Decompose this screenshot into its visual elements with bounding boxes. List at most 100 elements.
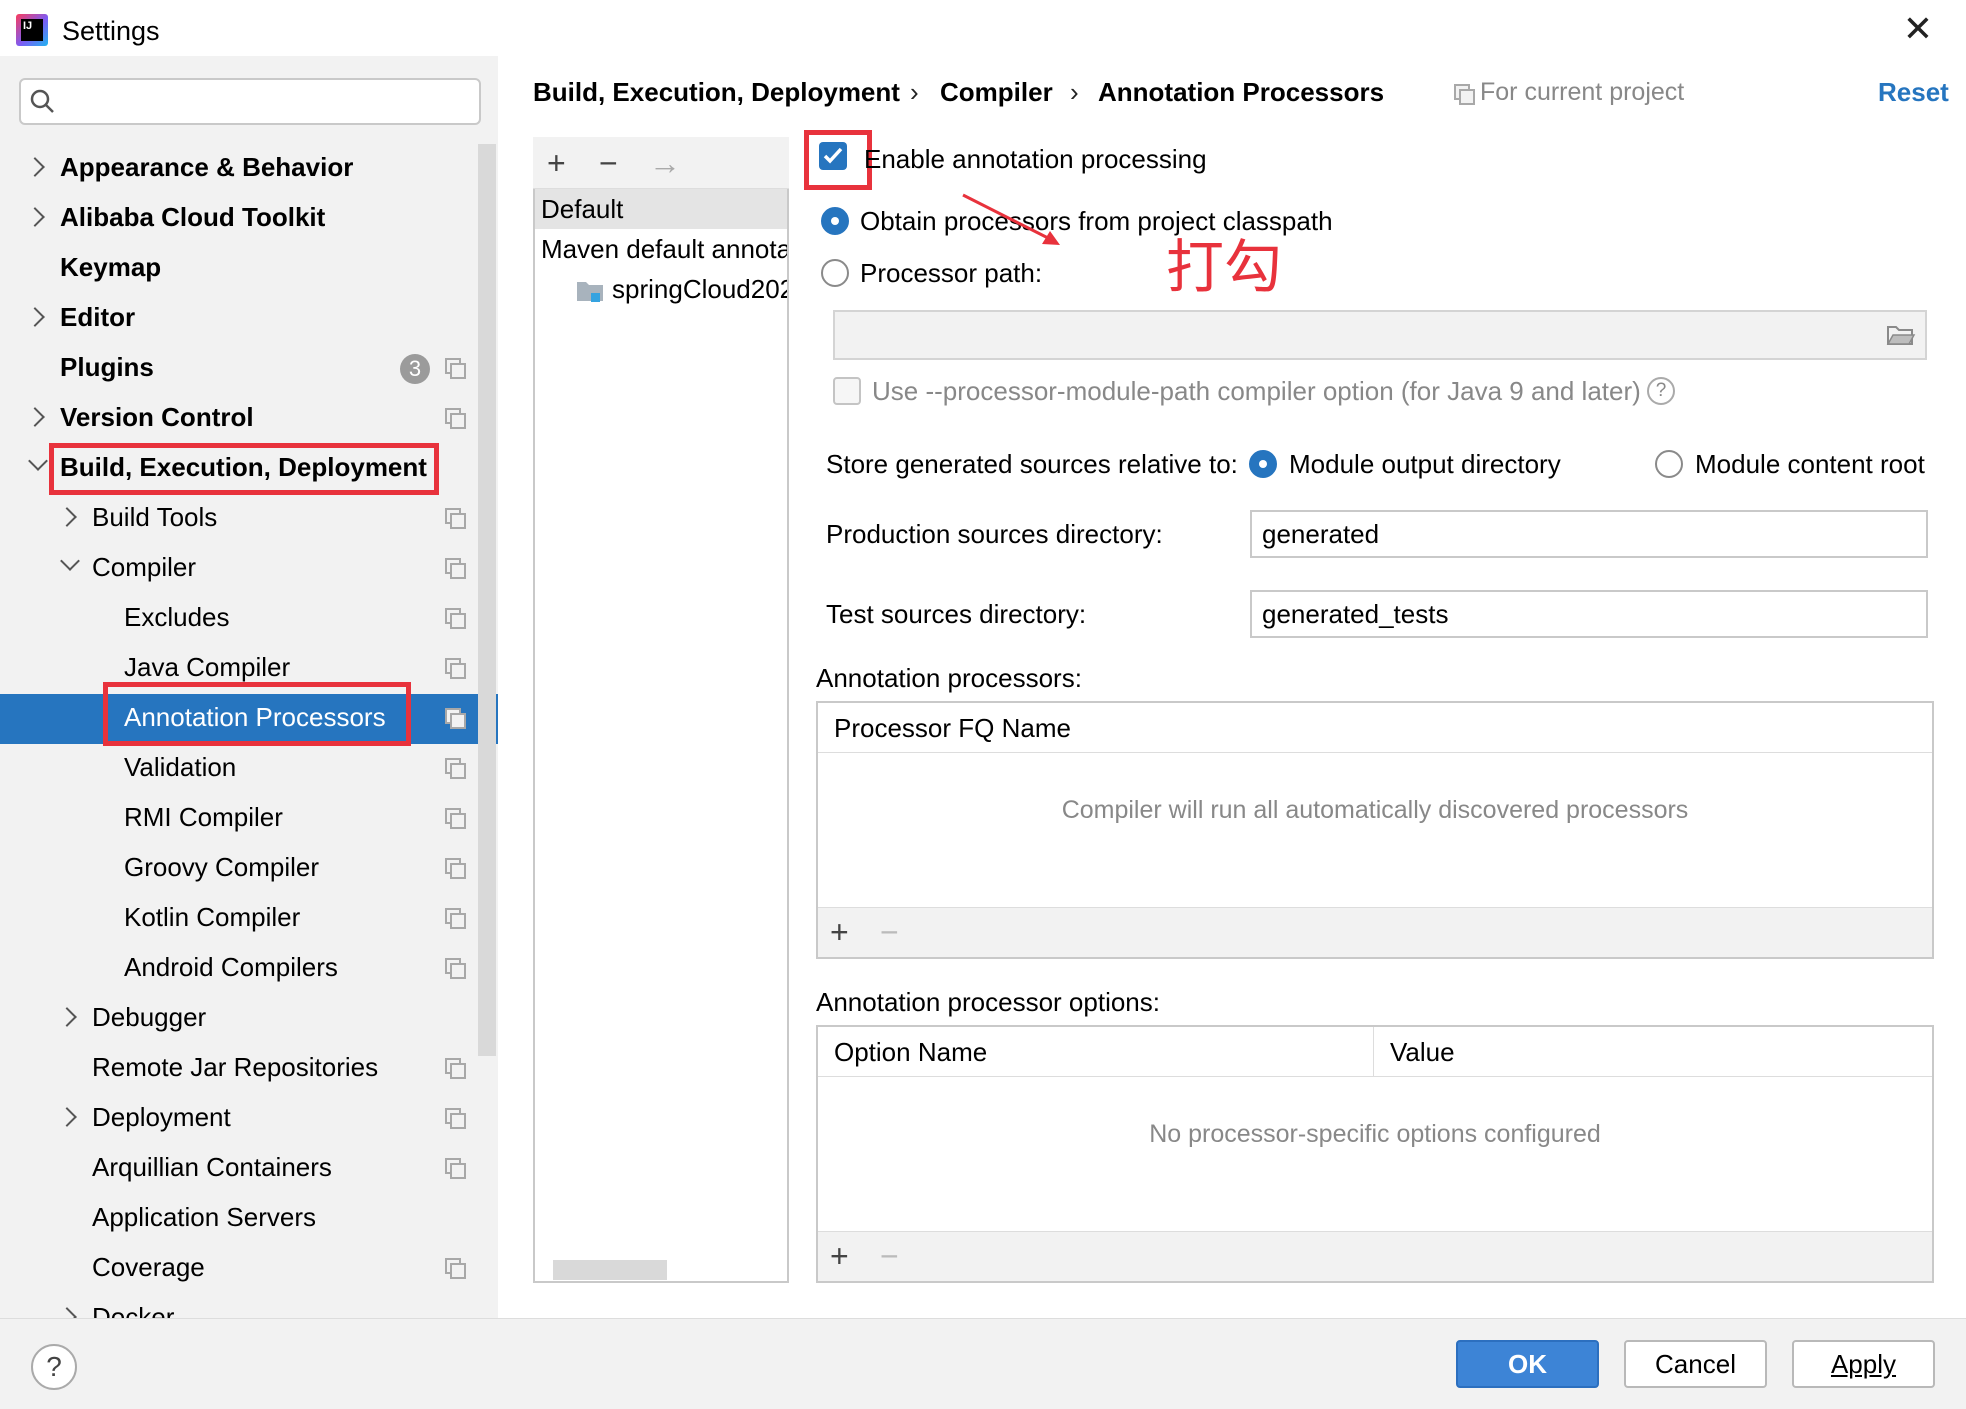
project-scope-icon — [1454, 84, 1475, 105]
sidebar-scrollbar[interactable] — [478, 144, 496, 1056]
processor-module-path-label: Use --processor-module-path compiler opt… — [872, 376, 1641, 406]
profile-default[interactable]: Default — [535, 189, 787, 229]
sidebar-item-kotlin-compiler[interactable]: Kotlin Compiler — [124, 892, 300, 942]
help-button[interactable]: ? — [31, 1344, 77, 1390]
breadcrumb-separator: › — [1070, 77, 1079, 107]
sidebar-item-build-tools[interactable]: Build Tools — [92, 492, 217, 542]
breadcrumb-compiler[interactable]: Compiler — [940, 74, 1053, 110]
sidebar-item-rmi-compiler[interactable]: RMI Compiler — [124, 792, 283, 842]
project-scope-icon — [445, 658, 466, 679]
processor-path-radio[interactable] — [821, 259, 849, 287]
close-icon[interactable]: ✕ — [1900, 11, 1936, 48]
search-icon — [30, 89, 54, 113]
sidebar-item-version-control[interactable]: Version Control — [60, 392, 254, 442]
profiles-toolbar: + − → — [533, 137, 789, 189]
project-scope-icon — [445, 758, 466, 779]
page-title: Annotation Processors — [1098, 77, 1385, 107]
obtain-from-classpath-radio[interactable] — [821, 207, 849, 235]
options-empty-text: No processor-specific options configured — [1149, 1120, 1601, 1148]
sidebar-item-remote-jar-repositories[interactable]: Remote Jar Repositories — [92, 1042, 378, 1092]
project-scope-icon — [445, 858, 466, 879]
production-sources-label: Production sources directory: — [826, 519, 1163, 549]
sidebar-item-validation[interactable]: Validation — [124, 742, 236, 792]
breadcrumb-build[interactable]: Build, Execution, Deployment — [533, 74, 900, 110]
options-toolbar: + − — [818, 1231, 1932, 1281]
add-option-button[interactable]: + — [830, 1232, 849, 1280]
processor-path-field[interactable] — [833, 310, 1927, 360]
project-scope-icon — [445, 1058, 466, 1079]
intellij-app-icon: IJ — [16, 14, 48, 46]
sidebar-item-docker[interactable]: Docker — [92, 1292, 174, 1318]
annotation-text: 打勾 — [1166, 233, 1283, 301]
remove-profile-button[interactable]: − — [599, 137, 618, 189]
project-scope-icon — [445, 1158, 466, 1179]
profiles-scrollbar[interactable] — [553, 1260, 667, 1280]
sidebar-item-arquillian-containers[interactable]: Arquillian Containers — [92, 1142, 332, 1192]
value-header[interactable]: Value — [1374, 1027, 1932, 1077]
module-content-root-label: Module content root — [1695, 449, 1925, 479]
test-sources-label: Test sources directory: — [826, 599, 1087, 629]
sidebar-item-deployment[interactable]: Deployment — [92, 1092, 231, 1142]
sidebar-item-keymap[interactable]: Keymap — [60, 242, 161, 292]
breadcrumb-separator: › — [910, 77, 919, 107]
settings-dialog: { "window": {"title": "Settings", "icon_… — [0, 0, 1966, 1409]
processor-options-title: Annotation processor options: — [816, 987, 1160, 1017]
project-scope-icon — [445, 908, 466, 929]
profile-module[interactable]: springCloud202 — [612, 269, 787, 309]
sidebar-item-coverage[interactable]: Coverage — [92, 1242, 205, 1292]
project-scope-icon — [445, 408, 466, 429]
ok-button[interactable]: OK — [1456, 1340, 1599, 1388]
project-scope-icon — [445, 608, 466, 629]
test-sources-field[interactable]: generated_tests — [1250, 590, 1928, 638]
sidebar-item-compiler[interactable]: Compiler — [92, 542, 196, 592]
production-sources-field[interactable]: generated — [1250, 510, 1928, 558]
project-scope-icon — [445, 808, 466, 829]
scope-label: For current project — [1480, 78, 1685, 106]
project-scope-icon — [445, 958, 466, 979]
plugins-update-badge: 3 — [400, 354, 430, 384]
remove-option-button[interactable]: − — [880, 1232, 899, 1280]
remove-processor-button[interactable]: − — [880, 908, 899, 956]
highlight-box-checkbox — [804, 130, 872, 190]
highlight-box-build — [49, 443, 439, 495]
processor-fq-name-header[interactable]: Processor FQ Name — [818, 703, 1932, 753]
project-scope-icon — [445, 558, 466, 579]
sidebar-item-editor[interactable]: Editor — [60, 292, 135, 342]
module-content-root-radio[interactable] — [1655, 450, 1683, 478]
help-icon[interactable]: ? — [1647, 377, 1675, 405]
sidebar-item-appearance[interactable]: Appearance & Behavior — [60, 142, 353, 192]
module-folder-icon — [577, 282, 603, 302]
highlight-box-annotation-processors — [103, 682, 411, 746]
sidebar-item-android-compilers[interactable]: Android Compilers — [124, 942, 338, 992]
module-output-directory-label: Module output directory — [1289, 449, 1561, 479]
folder-browse-icon[interactable] — [1886, 323, 1916, 347]
processors-empty-text: Compiler will run all automatically disc… — [1061, 796, 1689, 824]
processor-path-label: Processor path: — [860, 258, 1043, 288]
sidebar-item-alibaba[interactable]: Alibaba Cloud Toolkit — [60, 192, 325, 242]
search-input[interactable] — [19, 78, 481, 125]
processor-module-path-checkbox[interactable] — [833, 377, 861, 405]
add-profile-button[interactable]: + — [547, 137, 566, 189]
chevron-right-icon[interactable] — [57, 1307, 77, 1318]
cancel-button[interactable]: Cancel — [1624, 1340, 1767, 1388]
sidebar-item-debugger[interactable]: Debugger — [92, 992, 206, 1042]
apply-button[interactable]: Apply — [1792, 1340, 1935, 1388]
window-title: Settings — [62, 16, 160, 46]
sidebar-item-plugins[interactable]: Plugins — [60, 342, 154, 392]
project-scope-icon — [445, 1258, 466, 1279]
project-scope-icon — [445, 508, 466, 529]
project-scope-icon — [445, 1108, 466, 1129]
module-output-directory-radio[interactable] — [1249, 450, 1277, 478]
sidebar-item-groovy-compiler[interactable]: Groovy Compiler — [124, 842, 319, 892]
store-generated-label: Store generated sources relative to: — [826, 449, 1238, 479]
profile-maven-default[interactable]: Maven default annota — [541, 229, 787, 269]
annotation-processors-title: Annotation processors: — [816, 663, 1082, 693]
sidebar-item-application-servers[interactable]: Application Servers — [92, 1192, 316, 1242]
add-processor-button[interactable]: + — [830, 908, 849, 956]
option-name-header[interactable]: Option Name — [818, 1027, 1374, 1077]
annotation-arrow — [962, 193, 1060, 245]
reset-link[interactable]: Reset — [1878, 74, 1949, 110]
project-scope-icon — [445, 708, 466, 729]
move-profile-button[interactable]: → — [649, 137, 681, 189]
sidebar-item-excludes[interactable]: Excludes — [124, 592, 230, 642]
